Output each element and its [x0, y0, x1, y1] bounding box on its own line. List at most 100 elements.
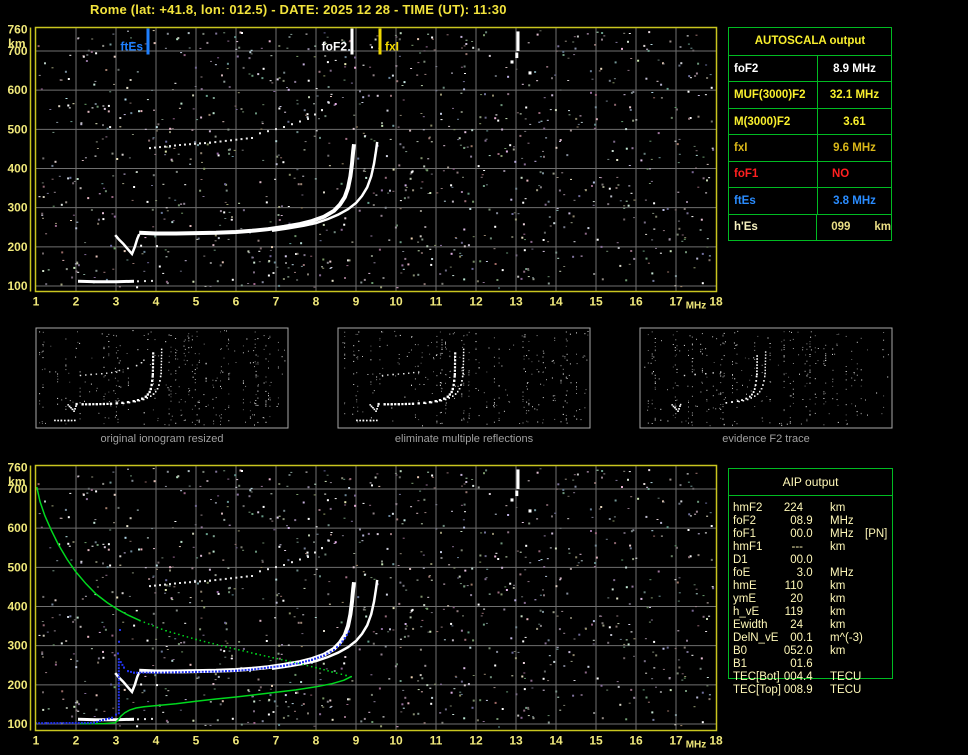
thumbnail-eliminate-reflections: [337, 327, 591, 429]
aip-label: D1: [733, 554, 748, 566]
autoscala-value: 9.6 MHz: [833, 141, 876, 154]
aip-value: 00: [790, 554, 803, 566]
aip-row-D1: D1 00.0: [728, 554, 968, 567]
autoscala-value: 3.8 MHz: [833, 194, 876, 207]
autoscala-table-title: AUTOSCALA output: [729, 28, 891, 56]
x-tick: 12: [469, 734, 483, 748]
series-F-cusp-dip: [114, 233, 141, 257]
aip-row-h_vE: h_vE 119 km: [728, 606, 968, 619]
aip-unit: km: [830, 580, 846, 592]
autoscala-label: foF1: [729, 161, 818, 188]
x-tick: 13: [509, 295, 523, 309]
series-restored-blue-column: [117, 658, 120, 715]
series-profile-green-topside: [36, 486, 141, 622]
x-tick: 5: [193, 295, 200, 309]
autoscala-label: foF2: [729, 56, 818, 82]
y-tick: 100: [7, 279, 27, 293]
aip-value: 052: [783, 645, 803, 657]
aip-unit: km: [830, 541, 846, 553]
series-second-hop-flat: [149, 137, 253, 150]
aip-flag: [PN]: [865, 528, 888, 540]
x-tick: 1: [33, 734, 40, 748]
autoscala-value: NO: [832, 168, 850, 181]
x-tick: 5: [193, 734, 200, 748]
aip-row-Ewidth: Ewidth 24 km: [728, 619, 968, 632]
thumbnail-caption-eliminate: eliminate multiple reflections: [394, 433, 534, 445]
x-tick: 14: [549, 295, 563, 309]
autoscala-row-foF1: foF1 NO: [729, 161, 891, 189]
autoscala-value: 8.9 MHz: [833, 62, 876, 75]
series-profile-green-bottomside: [80, 675, 352, 725]
y-tick: 300: [7, 639, 27, 653]
autoscala-row-ftEs: ftEs 3.8 MHz: [729, 188, 891, 215]
aip-row-hmE: hmE 110 km: [728, 580, 968, 593]
y-tick: 600: [7, 521, 27, 535]
thumbnail-caption-evidence-f2: evidence F2 trace: [722, 433, 810, 445]
bottom-ionogram-frame: [35, 465, 717, 731]
y-axis-unit: km: [8, 37, 25, 51]
marker-label-foF2: foF2: [322, 40, 348, 54]
thumbnail-eliminate-reflections-trace: [356, 419, 378, 422]
aip-value: 004: [783, 671, 803, 683]
aip-row-foF2: foF2 08.9 MHz: [728, 515, 968, 528]
aip-row-hmF1: hmF1 --- km: [728, 541, 968, 554]
aip-unit: MHz: [830, 528, 854, 540]
x-tick: 3: [113, 734, 120, 748]
marker-label-fxI: fxI: [385, 40, 399, 54]
aip-unit: TECU: [830, 684, 862, 696]
aip-value-frac: .9: [803, 515, 813, 527]
top-ionogram-frame: [35, 27, 717, 292]
x-tick: 2: [73, 295, 80, 309]
series-restored-blue-sparse: [117, 629, 121, 655]
aip-value: 00: [790, 632, 803, 644]
x-tick: 17: [669, 734, 683, 748]
aip-value-frac: .9: [803, 684, 813, 696]
series-interference-streaks: [510, 31, 532, 75]
x-tick: 18: [709, 734, 723, 748]
aip-unit: MHz: [830, 567, 854, 579]
aip-table-title: AIP output: [729, 469, 892, 496]
x-tick: 6: [233, 295, 240, 309]
autoscala-label: fxI: [729, 135, 818, 161]
autoscala-value: 3.61: [843, 115, 866, 128]
aip-unit: TECU: [830, 671, 862, 683]
y-tick: 200: [7, 678, 27, 692]
aip-row-B1: B1 01.6: [728, 658, 968, 671]
aip-value-frac: .0: [803, 567, 813, 579]
aip-row-foF1: foF1 00.0 MHz [PN]: [728, 528, 968, 541]
x-tick: 4: [153, 295, 160, 309]
aip-value-frac: .6: [803, 658, 813, 670]
x-tick: 7: [273, 734, 280, 748]
aip-value-frac: .0: [803, 528, 813, 540]
autoscala-label: ftEs: [729, 188, 818, 214]
aip-value: 08: [790, 515, 803, 527]
autoscala-screen: Rome (lat: +41.8, lon: 012.5) - DATE: 20…: [0, 0, 968, 755]
aip-row-foE: foE 3.0 MHz: [728, 567, 968, 580]
y-tick: 500: [7, 122, 27, 136]
autoscala-label: h'Es: [729, 214, 818, 240]
x-tick: 11: [430, 295, 443, 309]
x-tick: 2: [73, 734, 80, 748]
aip-row-TEC[Bot]: TEC[Bot] 004.4 TECU: [728, 671, 968, 684]
aip-unit: MHz: [830, 515, 854, 527]
aip-value: ---: [791, 541, 804, 553]
series-Es-trace-ext: [137, 279, 153, 283]
aip-value: 01: [790, 658, 803, 670]
aip-value: 3: [796, 567, 803, 579]
aip-row-hmF2: hmF2 224 km: [728, 502, 968, 515]
aip-value-frac: .0: [803, 554, 813, 566]
thumbnail-original-ionogram: [35, 327, 289, 429]
aip-value-frac: .4: [803, 671, 813, 683]
x-tick: 12: [469, 295, 483, 309]
thumbnail-caption-original: original ionogram resized: [100, 433, 224, 445]
autoscala-label: MUF(3000)F2: [729, 82, 818, 108]
x-tick: 13: [509, 734, 523, 748]
y-tick: 100: [7, 717, 27, 731]
y-tick: 760: [7, 23, 27, 37]
autoscala-value: 32.1 MHz: [829, 89, 880, 102]
bottom-ionogram-ticks: 1 2 3 4 5 6 7 8 9 10 11 12 13 14 15 16 17 18MHz7607006005…: [7, 461, 723, 751]
aip-value: 110: [784, 580, 803, 592]
autoscala-label: M(3000)F2: [729, 108, 818, 135]
x-tick: 9: [353, 295, 360, 309]
thumbnail-evidence-f2: [639, 327, 893, 429]
